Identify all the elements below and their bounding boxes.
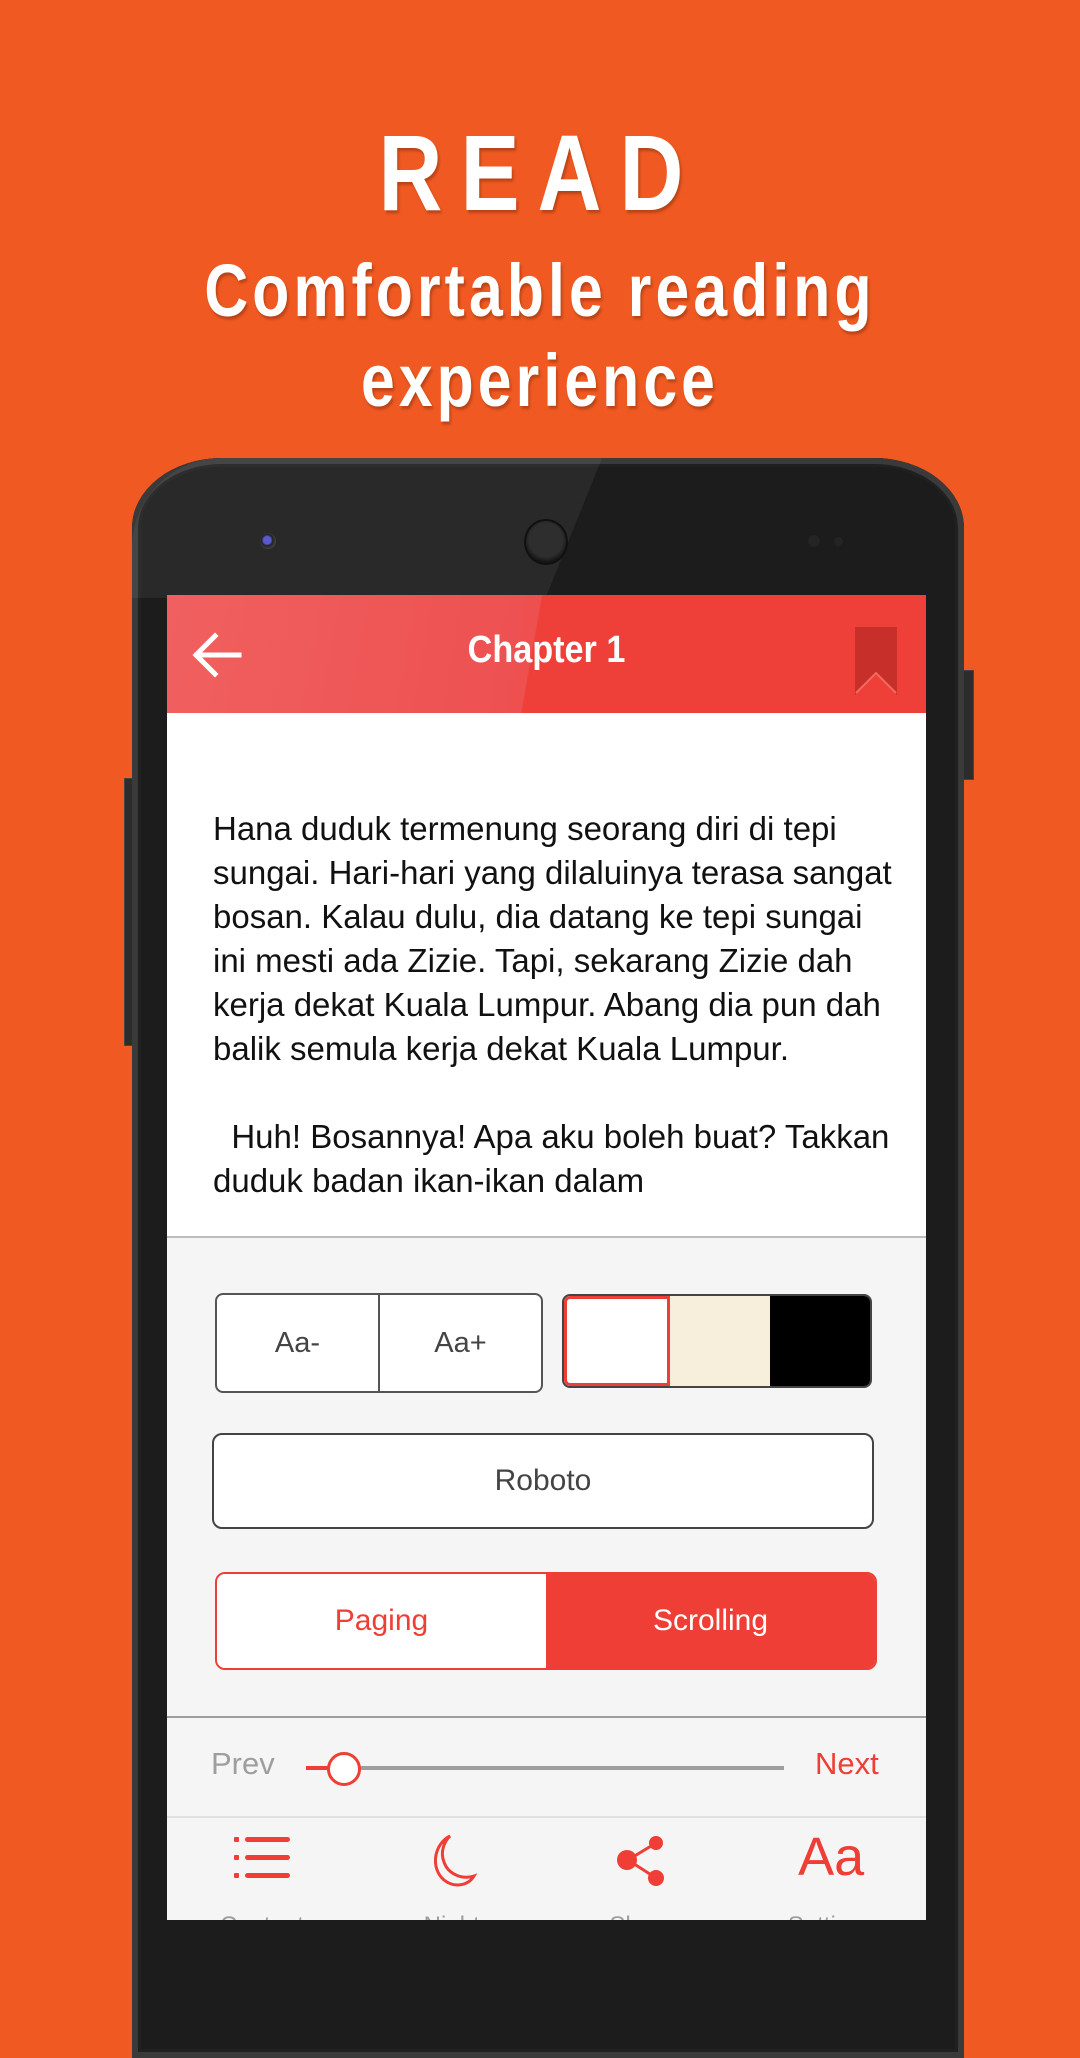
tab-share[interactable]: Share bbox=[547, 1816, 737, 1920]
chapter-progress-slider[interactable] bbox=[306, 1748, 784, 1788]
reader-content[interactable]: Bab 1 Hana duduk termenung seorang diri … bbox=[213, 675, 893, 1247]
front-camera-icon bbox=[260, 533, 276, 549]
tab-content[interactable]: Content bbox=[167, 1816, 357, 1920]
chapter-navigation: Prev Next bbox=[167, 1716, 926, 1818]
tab-night-label: Night bbox=[357, 1912, 547, 1920]
font-family-button[interactable]: Roboto bbox=[212, 1433, 874, 1529]
tab-share-label: Share bbox=[547, 1912, 737, 1920]
font-decrease-button[interactable]: Aa- bbox=[217, 1295, 378, 1391]
theme-black-swatch[interactable] bbox=[770, 1296, 870, 1386]
proximity-sensor bbox=[808, 535, 820, 547]
list-icon bbox=[233, 1837, 290, 1878]
bookmark-icon bbox=[855, 627, 897, 695]
tab-content-label: Content bbox=[167, 1912, 357, 1920]
reading-mode-toggle: Paging Scrolling bbox=[215, 1572, 877, 1670]
scrolling-mode-button[interactable]: Scrolling bbox=[546, 1574, 875, 1668]
theme-selector bbox=[562, 1294, 872, 1388]
tab-settings[interactable]: Aa Settings bbox=[736, 1816, 926, 1920]
slider-thumb[interactable] bbox=[327, 1752, 362, 1786]
reader-settings-panel: Aa- Aa+ Roboto Paging Scrolling Prev Nex… bbox=[167, 1236, 926, 1920]
promo-subtitle-line2: experience bbox=[360, 339, 720, 422]
light-sensor bbox=[834, 537, 843, 546]
moon-icon bbox=[433, 1834, 478, 1887]
bottom-toolbar: Content Night Share Aa S bbox=[167, 1816, 926, 1920]
font-size-control: Aa- Aa+ bbox=[215, 1293, 543, 1393]
phone-screen: Chapter 1 Bab 1 Hana duduk termenung seo… bbox=[167, 595, 926, 1920]
prev-chapter-button[interactable]: Prev bbox=[211, 1746, 275, 1782]
paragraph: Hana duduk termenung seorang diri di tep… bbox=[213, 810, 892, 1067]
theme-sepia-swatch[interactable] bbox=[670, 1296, 770, 1386]
paragraph: Huh! Bosannya! Apa aku boleh buat? Takka… bbox=[213, 1118, 899, 1199]
next-chapter-button[interactable]: Next bbox=[815, 1746, 879, 1782]
promo-subtitle-line1: Comfortable reading bbox=[204, 249, 876, 332]
chapter-title: Chapter 1 bbox=[467, 629, 626, 671]
paging-mode-button[interactable]: Paging bbox=[217, 1574, 546, 1668]
promo-headline: READ bbox=[378, 112, 702, 233]
earpiece-speaker bbox=[526, 521, 566, 563]
theme-white-swatch[interactable] bbox=[564, 1296, 670, 1386]
share-icon bbox=[617, 1836, 665, 1886]
bookmark-button[interactable] bbox=[855, 627, 897, 695]
tab-night[interactable]: Night bbox=[357, 1816, 547, 1920]
slider-track bbox=[306, 1766, 784, 1770]
tab-settings-label: Settings bbox=[736, 1912, 926, 1920]
font-increase-button[interactable]: Aa+ bbox=[378, 1295, 541, 1391]
app-bar: Chapter 1 bbox=[167, 595, 926, 713]
font-icon: Aa bbox=[798, 1827, 865, 1887]
